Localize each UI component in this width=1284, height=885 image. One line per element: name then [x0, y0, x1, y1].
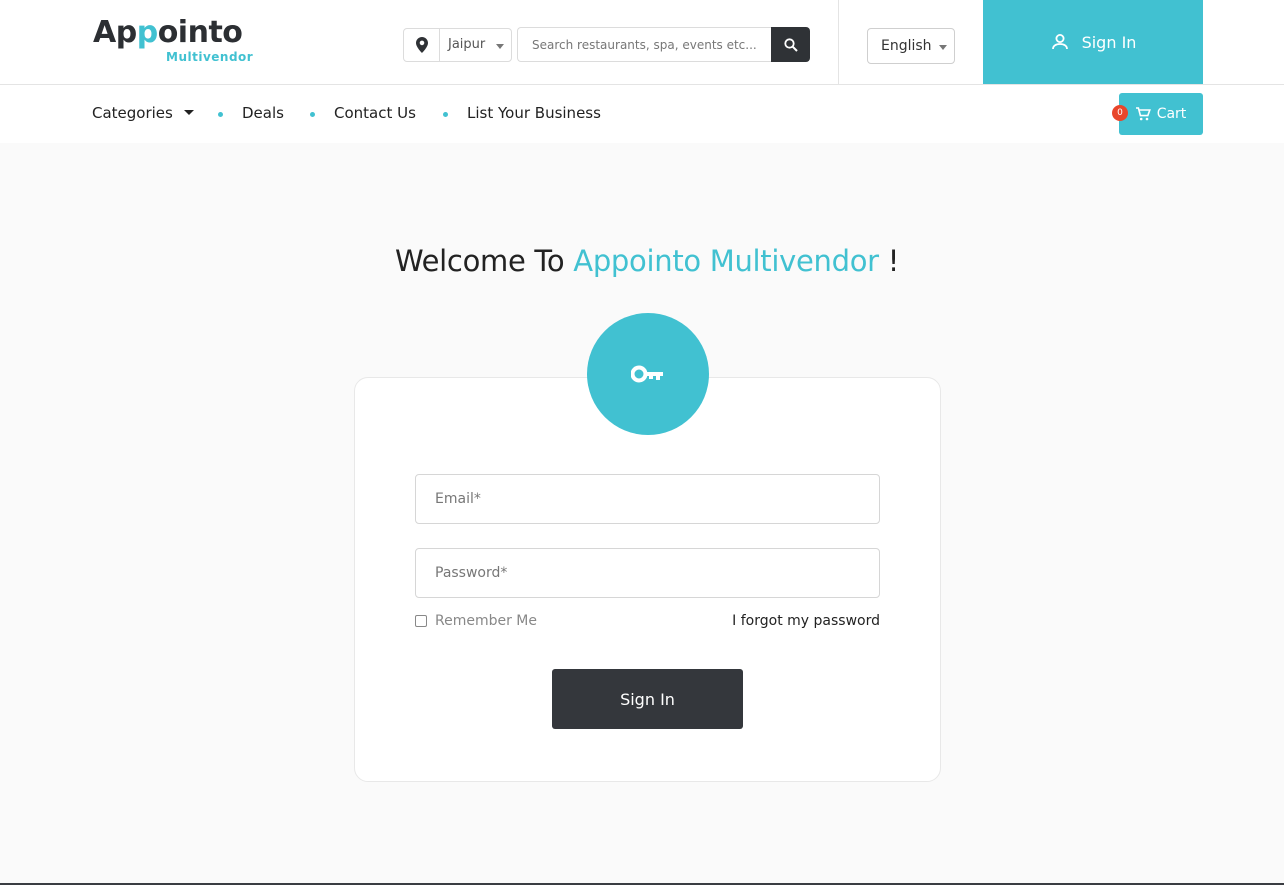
key-icon	[587, 313, 709, 435]
chevron-down-icon	[496, 44, 504, 49]
chevron-down-icon	[183, 110, 194, 115]
search-button[interactable]	[771, 27, 810, 62]
top-header: Appointo Multivendor Jaipur English Sign…	[0, 0, 1284, 85]
header-signin-label: Sign In	[1081, 32, 1137, 52]
header-signin-button[interactable]: Sign In	[983, 0, 1203, 84]
map-pin-icon	[404, 29, 440, 61]
cart-button[interactable]: Cart	[1119, 93, 1203, 135]
nav-separator-dot	[218, 112, 223, 117]
nav-separator-dot	[310, 112, 315, 117]
main-nav: Categories Deals Contact Us List Your Bu…	[0, 85, 1284, 143]
language-select[interactable]: English	[867, 28, 955, 64]
brand-logo[interactable]: Appointo Multivendor	[93, 15, 253, 65]
nav-categories-label: Categories	[92, 104, 173, 122]
remember-me-label[interactable]: Remember Me	[435, 613, 537, 629]
search-input[interactable]	[517, 27, 773, 62]
remember-me: Remember Me	[415, 613, 537, 629]
email-field[interactable]	[415, 474, 880, 524]
header-divider	[838, 0, 839, 85]
nav-contact-us[interactable]: Contact Us	[334, 104, 416, 122]
nav-separator-dot	[443, 112, 448, 117]
forgot-password-link[interactable]: I forgot my password	[700, 613, 880, 629]
nav-list-your-business[interactable]: List Your Business	[467, 104, 601, 122]
magnifier-icon	[783, 37, 798, 52]
cart-label: Cart	[1156, 106, 1187, 122]
nav-categories[interactable]: Categories	[92, 104, 194, 122]
signin-submit-button[interactable]: Sign In	[552, 669, 743, 729]
language-value: English	[881, 38, 932, 54]
cart-count-badge: 0	[1112, 105, 1128, 121]
brand-subtitle: Multivendor	[166, 50, 254, 64]
nav-deals[interactable]: Deals	[242, 104, 284, 122]
location-select[interactable]: Jaipur	[403, 28, 512, 62]
location-value: Jaipur	[448, 37, 486, 52]
cart-icon	[1135, 107, 1151, 121]
signin-submit-label: Sign In	[620, 689, 675, 709]
password-field[interactable]	[415, 548, 880, 598]
user-icon	[1051, 34, 1068, 50]
chevron-down-icon	[939, 45, 947, 50]
remember-me-checkbox[interactable]	[415, 615, 427, 627]
page-title: Welcome To Appointo Multivendor !	[394, 244, 900, 278]
brand-name: Appointo	[93, 15, 243, 50]
